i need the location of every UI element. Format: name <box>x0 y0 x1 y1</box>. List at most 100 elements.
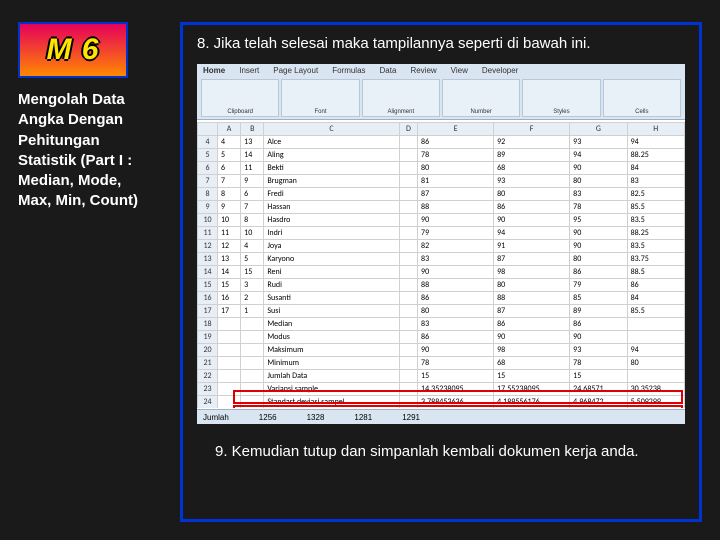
col-header[interactable]: D <box>399 123 417 136</box>
row-header[interactable]: 7 <box>198 175 218 188</box>
cell[interactable]: 80 <box>418 162 494 175</box>
cell[interactable] <box>399 279 417 292</box>
cell[interactable]: 9 <box>218 201 241 214</box>
cell[interactable]: Alce <box>264 136 399 149</box>
cell[interactable]: 95 <box>570 214 627 227</box>
cell[interactable] <box>241 357 264 370</box>
cell[interactable]: 93 <box>570 344 627 357</box>
cell[interactable]: 84 <box>627 162 684 175</box>
cell[interactable] <box>399 136 417 149</box>
cell[interactable] <box>627 331 684 344</box>
cell[interactable]: 87 <box>494 305 570 318</box>
cell[interactable]: 7 <box>241 201 264 214</box>
cell[interactable]: 80 <box>570 253 627 266</box>
cell[interactable]: 2 <box>241 292 264 305</box>
cell[interactable]: 80 <box>494 279 570 292</box>
cell[interactable]: 90 <box>494 214 570 227</box>
cell[interactable] <box>627 318 684 331</box>
row-header[interactable]: 4 <box>198 136 218 149</box>
cell[interactable]: Bekti <box>264 162 399 175</box>
cell[interactable]: 6 <box>241 188 264 201</box>
cell[interactable]: 15 <box>241 266 264 279</box>
cell[interactable]: 8 <box>218 188 241 201</box>
cell[interactable]: 91 <box>494 240 570 253</box>
cell[interactable]: 90 <box>570 162 627 175</box>
cell[interactable]: 98 <box>494 344 570 357</box>
row-header[interactable]: 9 <box>198 201 218 214</box>
cell[interactable]: Susanti <box>264 292 399 305</box>
cell[interactable]: 83.5 <box>627 214 684 227</box>
cell[interactable]: Hasdro <box>264 214 399 227</box>
cell[interactable] <box>399 305 417 318</box>
cell[interactable]: 78 <box>570 357 627 370</box>
cell[interactable] <box>627 370 684 383</box>
cell[interactable]: 86 <box>418 331 494 344</box>
cell[interactable]: 68 <box>494 162 570 175</box>
cell[interactable]: 68 <box>494 357 570 370</box>
cell[interactable]: 90 <box>570 331 627 344</box>
cell[interactable]: 5 <box>218 149 241 162</box>
cell[interactable]: 83 <box>418 318 494 331</box>
cell[interactable]: 88.25 <box>627 227 684 240</box>
cell[interactable]: 4 <box>218 136 241 149</box>
col-header[interactable]: E <box>418 123 494 136</box>
row-header[interactable]: 11 <box>198 227 218 240</box>
cell[interactable]: Maksimum <box>264 344 399 357</box>
row-header[interactable]: 16 <box>198 292 218 305</box>
ribbon-tab[interactable]: Data <box>380 66 397 75</box>
cell[interactable]: 6 <box>218 162 241 175</box>
cell[interactable]: 90 <box>418 344 494 357</box>
cell[interactable]: 89 <box>570 305 627 318</box>
cell[interactable]: 86 <box>494 201 570 214</box>
cell[interactable]: 90 <box>570 240 627 253</box>
cell[interactable]: 15 <box>418 370 494 383</box>
cell[interactable]: 94 <box>627 136 684 149</box>
cell[interactable]: 82 <box>418 240 494 253</box>
cell[interactable]: 98 <box>494 266 570 279</box>
row-header[interactable]: 15 <box>198 279 218 292</box>
row-header[interactable]: 10 <box>198 214 218 227</box>
cell[interactable]: 86 <box>418 292 494 305</box>
cell[interactable]: 88 <box>418 279 494 292</box>
cell[interactable]: Fredi <box>264 188 399 201</box>
cell[interactable]: 83.75 <box>627 253 684 266</box>
cell[interactable]: 85 <box>570 292 627 305</box>
ribbon-tab[interactable]: Page Layout <box>273 66 318 75</box>
cell[interactable] <box>399 253 417 266</box>
cell[interactable]: 83.5 <box>627 240 684 253</box>
cell[interactable]: Minimum <box>264 357 399 370</box>
cell[interactable]: 82.5 <box>627 188 684 201</box>
cell[interactable]: Karyono <box>264 253 399 266</box>
cell[interactable]: 88.5 <box>627 266 684 279</box>
cell[interactable] <box>241 344 264 357</box>
cell[interactable] <box>218 331 241 344</box>
cell[interactable] <box>399 266 417 279</box>
cell[interactable]: 11 <box>218 227 241 240</box>
cell[interactable]: 92 <box>494 136 570 149</box>
cell[interactable] <box>241 370 264 383</box>
row-header[interactable]: 5 <box>198 149 218 162</box>
cell[interactable] <box>399 175 417 188</box>
cell[interactable]: 86 <box>418 136 494 149</box>
col-header[interactable]: F <box>494 123 570 136</box>
cell[interactable]: 83 <box>570 188 627 201</box>
cell[interactable]: 80 <box>627 357 684 370</box>
cell[interactable] <box>399 357 417 370</box>
cell[interactable]: 93 <box>570 136 627 149</box>
cell[interactable]: 7 <box>218 175 241 188</box>
cell[interactable]: 93 <box>494 175 570 188</box>
cell[interactable]: Susi <box>264 305 399 318</box>
ribbon-tab[interactable]: Developer <box>482 66 518 75</box>
cell[interactable]: 86 <box>570 318 627 331</box>
cell[interactable] <box>399 240 417 253</box>
cell[interactable]: Joya <box>264 240 399 253</box>
cell[interactable]: 78 <box>418 357 494 370</box>
cell[interactable]: 10 <box>241 227 264 240</box>
cell[interactable] <box>399 331 417 344</box>
row-header[interactable]: 23 <box>198 383 218 396</box>
col-header[interactable]: B <box>241 123 264 136</box>
cell[interactable]: 90 <box>494 331 570 344</box>
cell[interactable]: 84 <box>627 292 684 305</box>
cell[interactable]: 80 <box>418 305 494 318</box>
col-header[interactable]: A <box>218 123 241 136</box>
